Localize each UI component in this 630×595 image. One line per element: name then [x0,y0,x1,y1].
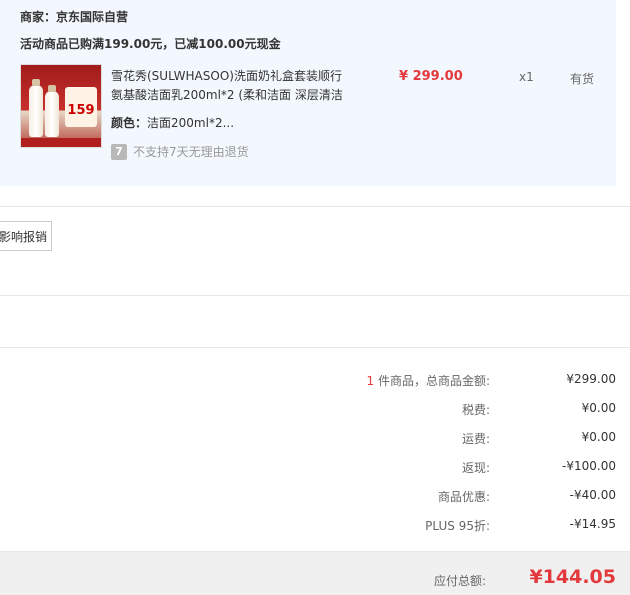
summary-cashback-row: 返现: -¥100.00 [236,459,616,477]
promo-notice: 活动商品已购满199.00元，已减100.00元现金 [20,37,281,51]
cashback-value: -¥100.00 [562,459,616,473]
goods-count: 1 [366,374,375,388]
goods-total: ¥299.00 [566,372,616,386]
price-badge: 159 [65,87,97,127]
divider [0,347,630,348]
bottle-graphic [29,79,43,137]
total-bar: 应付总额: ¥144.05 [0,551,630,595]
summary-tax-row: 税费: ¥0.00 [236,401,616,419]
divider [0,206,630,207]
product-thumbnail[interactable]: 159 [20,64,102,148]
product-title[interactable]: 雪花秀(SULWHASOO)洗面奶礼盒套装顺行氨基酸洁面乳200ml*2 (柔和… [111,67,351,105]
tax-value: ¥0.00 [581,401,616,415]
order-item-panel: 商家：京东国际自营 活动商品已购满199.00元，已减100.00元现金 159… [0,0,616,186]
bottle-graphic [45,85,59,137]
thumb-strip [21,138,101,147]
shipping-value: ¥0.00 [581,430,616,444]
no-return-icon: 7 [111,143,127,160]
stock-status: 有货 [570,72,595,86]
summary-shipping-row: 运费: ¥0.00 [236,430,616,448]
price-badge-value: 159 [67,103,95,118]
plus-label: PLUS 95折: [425,519,490,533]
summary-goods-row: 1 件商品，总商品金额: ¥299.00 [236,372,617,390]
total-label: 应付总额: [433,574,486,588]
cashback-label: 返现: [461,461,490,475]
plus-value: -¥14.95 [569,517,616,531]
reimbursement-button[interactable]: 影响报销 [0,221,52,251]
spec-label: 颜色： [111,116,148,130]
discount-label: 商品优惠: [437,490,490,504]
product-spec: 颜色：洁面200ml*2... [111,114,234,131]
total-value: ¥144.05 [529,566,616,588]
tax-label: 税费: [461,403,490,417]
shop-name: 商家：京东国际自营 [20,10,129,24]
shipping-label: 运费: [461,432,490,446]
summary-discount-row: 商品优惠: -¥40.00 [236,488,616,506]
return-policy-text: 不支持7天无理由退货 [133,145,249,159]
return-policy: 7 不支持7天无理由退货 [111,143,249,160]
goods-count-label: 1 件商品，总商品金额: [366,374,491,388]
product-price: ¥ 299.00 [399,69,463,84]
discount-value: -¥40.00 [569,488,616,502]
spec-value: 洁面200ml*2... [147,116,235,130]
summary-plus-row: PLUS 95折: -¥14.95 [236,517,616,535]
divider [0,295,630,296]
product-quantity: x1 [519,70,534,84]
